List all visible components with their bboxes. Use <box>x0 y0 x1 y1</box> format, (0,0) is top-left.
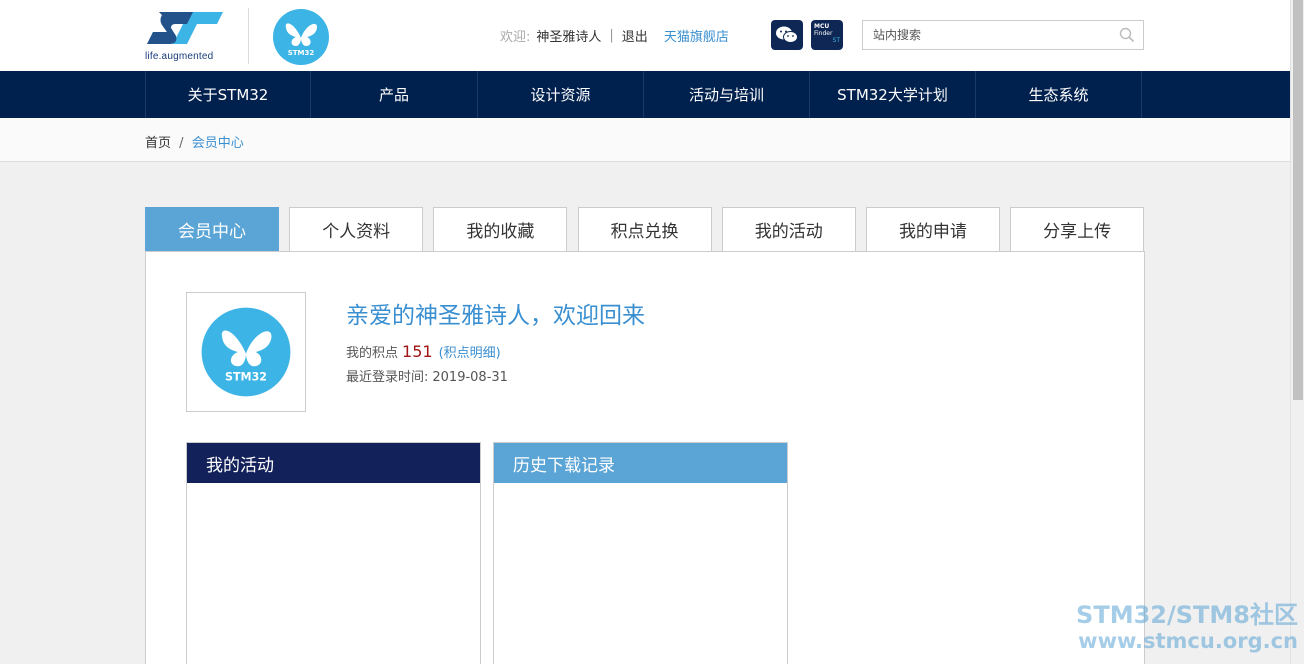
watermark-line2: www.stmcu.org.cn <box>1078 629 1298 653</box>
nav-item-about-stm32[interactable]: 关于STM32 <box>146 71 311 118</box>
search-box <box>862 20 1144 50</box>
nav-item-products[interactable]: 产品 <box>311 71 478 118</box>
tab-favorites[interactable]: 我的收藏 <box>433 207 568 252</box>
nav-item-university-program[interactable]: STM32大学计划 <box>810 71 976 118</box>
member-tabs: 会员中心 个人资料 我的收藏 积点兑换 我的活动 我的申请 分享上传 <box>145 207 1145 252</box>
mcu-finder-line1: MCU <box>814 23 830 30</box>
stm32-logo-text: STM32 <box>288 49 315 57</box>
tab-points-exchange[interactable]: 积点兑换 <box>577 207 712 252</box>
watermark-line1: STM32/STM8社区 <box>1076 601 1298 629</box>
avatar-text: STM32 <box>225 371 267 384</box>
mcu-finder-line3: ST <box>832 37 840 44</box>
stm32-logo[interactable]: STM32 <box>272 8 330 66</box>
mcu-finder-line2: Finder <box>814 30 833 37</box>
tab-my-activities[interactable]: 我的活动 <box>721 207 856 252</box>
mcu-finder-icon[interactable]: MCU Finder ST <box>811 20 843 50</box>
nav-item-events-training[interactable]: 活动与培训 <box>644 71 810 118</box>
breadcrumb-separator: / <box>179 136 184 151</box>
last-login: 最近登录时间: 2019-08-31 <box>346 366 508 385</box>
greeting-title: 亲爱的神圣雅诗人，欢迎回来 <box>346 303 645 329</box>
tab-profile[interactable]: 个人资料 <box>289 207 424 252</box>
tab-share-upload[interactable]: 分享上传 <box>1010 207 1145 252</box>
stm32-butterfly-icon: STM32 <box>273 9 329 65</box>
member-panel: STM32 亲爱的神圣雅诗人，欢迎回来 我的积点 151 (积点明细) 最近登录时间… <box>145 251 1145 664</box>
tmall-store-link[interactable]: 天猫旗舰店 <box>664 26 729 45</box>
site-header: life.augmented STM32 欢迎: 神圣雅诗人 | 退出 天猫旗舰… <box>0 0 1290 71</box>
last-login-label: 最近登录时间: <box>346 370 429 385</box>
points-label: 我的积点 <box>346 346 399 361</box>
points-line: 我的积点 151 (积点明细) <box>346 342 501 361</box>
nav-item-ecosystem[interactable]: 生态系统 <box>976 71 1142 118</box>
my-activities-title: 我的活动 <box>187 443 480 483</box>
download-history-title: 历史下载记录 <box>494 443 787 483</box>
username-link[interactable]: 神圣雅诗人 <box>536 26 601 45</box>
main-nav: 关于STM32 产品 设计资源 活动与培训 STM32大学计划 生态系统 <box>0 71 1290 118</box>
user-bar-separator: | <box>609 28 614 43</box>
logout-link[interactable]: 退出 <box>622 26 648 45</box>
avatar[interactable]: STM32 <box>186 292 306 412</box>
wechat-icon[interactable] <box>771 20 803 50</box>
nav-item-design-resources[interactable]: 设计资源 <box>478 71 644 118</box>
last-login-value: 2019-08-31 <box>432 370 508 385</box>
breadcrumb-bar: 首页 / 会员中心 <box>0 118 1290 162</box>
points-detail-close: ) <box>495 346 501 361</box>
watermark: STM32/STM8社区 www.stmcu.org.cn <box>1072 602 1298 654</box>
tab-member-center[interactable]: 会员中心 <box>145 207 279 252</box>
breadcrumb: 首页 / 会员中心 <box>145 132 244 151</box>
breadcrumb-home[interactable]: 首页 <box>145 136 171 151</box>
st-logo-icon <box>147 12 223 44</box>
st-tagline: life.augmented <box>145 51 214 62</box>
welcome-label: 欢迎: <box>500 30 531 45</box>
points-value: 151 <box>402 342 433 361</box>
search-icon[interactable] <box>1119 27 1135 43</box>
scrollbar-thumb[interactable] <box>1293 0 1303 400</box>
stm32-avatar-icon: STM32 <box>201 307 291 397</box>
download-history-box: 历史下载记录 <box>493 442 788 664</box>
logo-divider <box>248 8 249 64</box>
page-scrollbar[interactable] <box>1290 0 1304 664</box>
user-bar: 欢迎: 神圣雅诗人 | 退出 天猫旗舰店 <box>500 26 729 45</box>
search-input[interactable] <box>863 21 1103 49</box>
breadcrumb-current[interactable]: 会员中心 <box>192 136 244 151</box>
points-detail-link[interactable]: 积点明细 <box>444 346 496 361</box>
my-activities-box: 我的活动 <box>186 442 481 664</box>
tab-my-applications[interactable]: 我的申请 <box>865 207 1000 252</box>
wechat-glyph-icon <box>776 26 798 43</box>
